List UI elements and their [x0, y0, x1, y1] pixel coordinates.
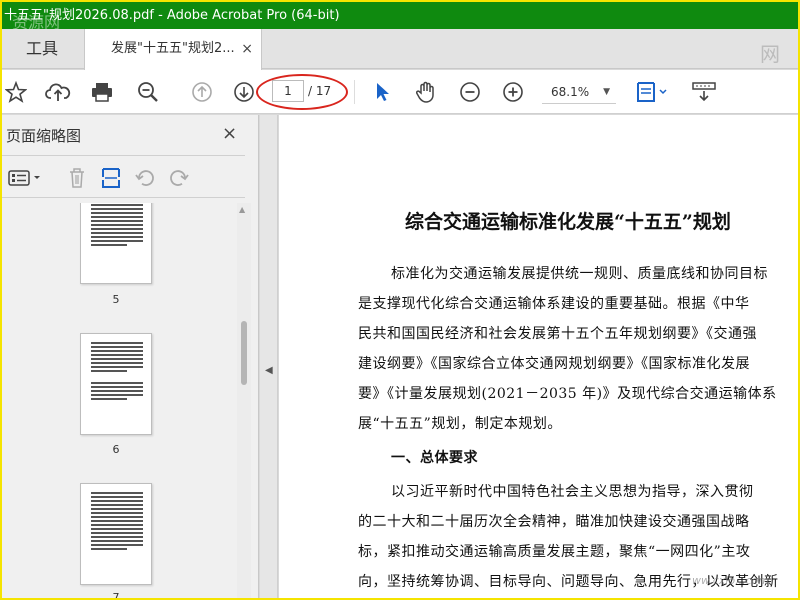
zoom-level-value: 68.1%	[551, 85, 590, 99]
zoom-level-dropdown[interactable]: 68.1% ▼	[542, 80, 616, 104]
star-icon[interactable]	[2, 78, 30, 106]
rotate-right-icon[interactable]	[166, 165, 192, 191]
thumbnail-page-number: 5	[112, 293, 120, 306]
paragraph-line: 的二十大和二十届历次全会精神，瞄准加快建设交通强国战略	[358, 514, 750, 530]
page-size-icon[interactable]	[98, 165, 124, 191]
window-title: 十五五"规划2026.08.pdf - Adobe Acrobat Pro (6…	[4, 8, 340, 23]
thumbnail-page-number: 6	[112, 443, 120, 456]
close-panel-icon[interactable]: ×	[222, 123, 237, 144]
zoom-plus-icon[interactable]	[499, 78, 527, 106]
paragraph-line: 展“十五五”规划，制定本规划。	[358, 416, 562, 432]
thumbnail-page-number: 7	[112, 591, 120, 598]
main-toolbar: 1 / 17 68.1% ▼	[2, 70, 798, 114]
document-title: 综合交通运输标准化发展“十五五”规划	[405, 211, 731, 233]
zoom-minus-icon[interactable]	[456, 78, 484, 106]
options-menu-icon[interactable]	[6, 165, 44, 191]
tab-document[interactable]: 发展"十五五"规划2... ×	[84, 29, 262, 70]
page-down-icon[interactable]	[230, 78, 258, 106]
section-heading: 一、总体要求	[391, 450, 478, 466]
paragraph-line: 要》《计量发展规划(2021－2035 年)》及现代综合交通运输体系	[358, 386, 777, 402]
tab-document-label: 发展"十五五"规划2...	[111, 41, 235, 56]
watermark-url-text: ww.cxlo...com	[692, 574, 770, 587]
panel-divider	[2, 197, 245, 198]
paragraph-line: 标，紧扣推动交通运输高质量发展主题，聚焦“一网四化”主攻	[358, 544, 751, 560]
close-tab-icon[interactable]: ×	[241, 29, 253, 69]
thumbnails-list: 5 6 7	[2, 203, 237, 598]
toolbar-divider	[354, 80, 355, 104]
panel-collapse-handle[interactable]: ◀	[260, 115, 278, 598]
paragraph-line: 以习近平新时代中国特色社会主义思想为指导，深入贯彻	[391, 484, 754, 500]
chevron-down-icon: ▼	[603, 87, 610, 97]
rotate-left-icon[interactable]	[132, 165, 158, 191]
watermark-corner-text: 网	[760, 42, 780, 66]
thumbnails-scrollbar[interactable]: ▲	[237, 203, 251, 598]
print-icon[interactable]	[88, 78, 116, 106]
document-view: 综合交通运输标准化发展“十五五”规划 标准化为交通运输发展提供统一规则、质量底线…	[279, 115, 798, 598]
page-up-icon[interactable]	[188, 78, 216, 106]
paragraph-line: 民共和国国民经济和社会发展第十五个五年规划纲要》《交通强	[358, 326, 757, 342]
tab-tools[interactable]: 工具	[2, 29, 82, 69]
hand-icon[interactable]	[412, 78, 440, 106]
delete-page-icon[interactable]	[64, 165, 90, 191]
page-thumbnail[interactable]	[80, 333, 152, 435]
highlight-ellipse	[256, 74, 348, 110]
page-thumbnail[interactable]	[80, 483, 152, 585]
scrollbar-thumb[interactable]	[241, 321, 247, 385]
window-title-bar: 十五五"规划2026.08.pdf - Adobe Acrobat Pro (6…	[2, 2, 798, 29]
select-arrow-icon[interactable]	[368, 78, 396, 106]
cloud-upload-icon[interactable]	[44, 78, 72, 106]
fit-page-icon[interactable]	[632, 78, 672, 106]
thumbnails-toolbar	[2, 163, 245, 193]
page-thumbnails-panel: 页面缩略图 × 5 6 7 ▲	[2, 115, 259, 598]
tab-bar: 工具 发展"十五五"规划2... ×	[2, 29, 798, 70]
thumbnails-panel-title: 页面缩略图	[6, 127, 82, 145]
zoom-out-search-icon[interactable]	[134, 78, 162, 106]
panel-divider	[2, 155, 245, 156]
chevron-left-icon: ◀	[265, 365, 273, 376]
paragraph-line: 建设纲要》《国家综合立体交通网规划纲要》《国家标准化发展	[358, 356, 750, 372]
page-display-icon[interactable]	[690, 78, 718, 106]
paragraph-line: 是支撑现代化综合交通运输体系建设的重要基础。根据《中华	[358, 296, 750, 312]
scroll-up-icon[interactable]: ▲	[239, 205, 245, 214]
paragraph-line: 标准化为交通运输发展提供统一规则、质量底线和协同目标	[391, 266, 768, 282]
page-thumbnail[interactable]	[80, 203, 152, 284]
